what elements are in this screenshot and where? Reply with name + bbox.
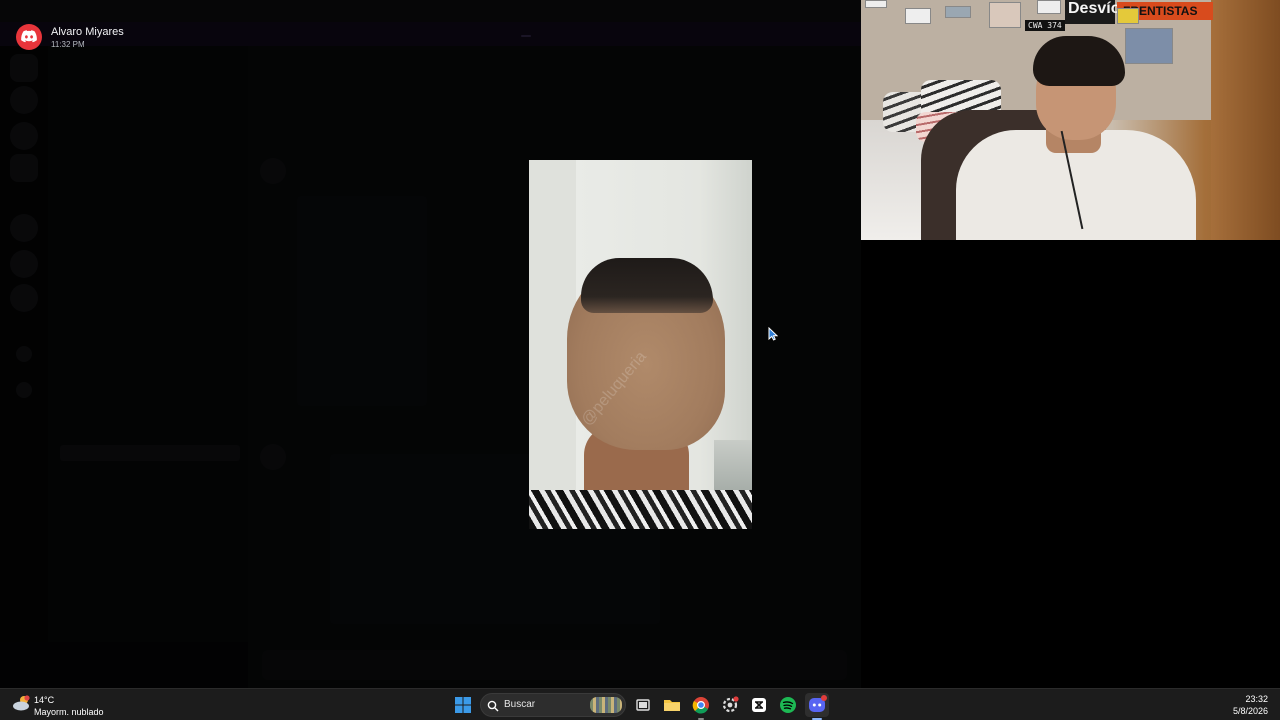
photo-hair [581,258,713,313]
spotify-icon[interactable] [776,693,800,717]
notification-sender: Alvaro Miyares [51,26,124,38]
license-plate: CWA 374 [1025,20,1065,31]
weather-temperature: 14°C [34,695,55,705]
wall-photo [1037,0,1061,14]
sign-desvio: Desvío [1065,0,1120,24]
settings-icon[interactable] [718,693,742,717]
file-explorer-icon[interactable] [660,693,684,717]
system-clock[interactable]: 23:32 5/8/2026 [1233,693,1268,717]
weather-condition: Mayorm. nublado [34,707,104,717]
clock-time: 23:32 [1245,694,1268,704]
webcam-feed: Desvío FRENTISTAS CWA 374 [861,0,1280,240]
wall-photo [1117,8,1139,24]
wall-photo [905,8,931,24]
clock-date: 5/8/2026 [1232,706,1268,716]
discord-taskbar-icon[interactable] [805,693,829,720]
search-box[interactable]: Buscar [480,693,626,717]
search-icon [487,699,499,717]
search-placeholder: Buscar [504,699,536,710]
discord-logo-icon [16,24,42,50]
task-view-icon[interactable] [631,693,655,717]
wall-photo [945,6,971,18]
chrome-icon[interactable] [689,693,713,720]
wall-photo [865,0,887,8]
search-highlight-icon [590,697,622,713]
empty-area [861,240,1280,688]
photo-shirt [529,490,752,529]
capcut-icon[interactable] [747,693,771,717]
windows-taskbar: 14°C Mayorm. nublado Buscar 23:32 5/8/20… [0,688,1280,720]
wall-photo [989,2,1021,28]
cloudy-weather-icon [12,695,32,711]
webcam-door [1211,0,1280,240]
image-viewer-photo[interactable]: @peluqueria [529,160,752,529]
notification-time: 11:32 PM [51,40,85,49]
windows-start-icon[interactable] [451,693,475,717]
wall-photo [1125,28,1173,64]
mouse-cursor-icon [768,326,779,346]
webcam-hair [1033,36,1125,86]
